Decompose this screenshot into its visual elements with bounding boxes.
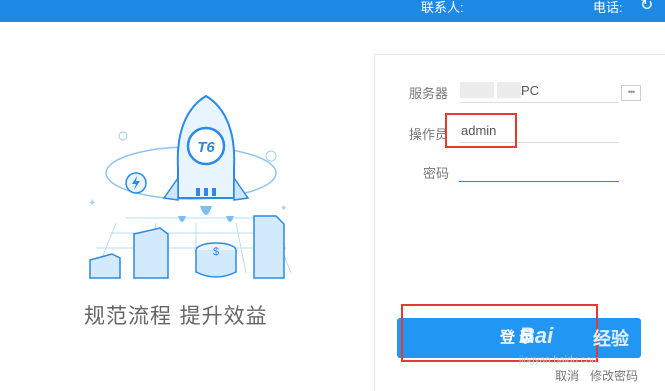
rocket-badge-text: T6 [197, 139, 215, 156]
phone-label: 电话: [593, 0, 623, 15]
contact-label: 联系人: [421, 0, 464, 15]
server-label: 服务器 [409, 87, 449, 102]
svg-text:✦: ✦ [280, 203, 288, 213]
login-highlight-box [401, 304, 598, 362]
password-input-underline[interactable] [459, 181, 619, 182]
server-input-underline[interactable] [459, 102, 619, 103]
operator-label: 操作员 [409, 128, 449, 143]
refresh-icon[interactable]: ↻ [640, 0, 653, 17]
change-password-link[interactable]: 修改密码 [590, 367, 638, 384]
server-browse-button[interactable]: ••• [621, 85, 641, 101]
coin-symbol: $ [213, 246, 219, 258]
svg-text:✦: ✦ [88, 198, 96, 209]
password-label: 密码 [423, 167, 450, 182]
server-redaction-2 [497, 82, 521, 98]
top-bar: 联系人: 电话: ↻ [0, 0, 665, 22]
rocket-illustration: ✦ ✦ T6 $ [76, 88, 306, 288]
slogan: 规范流程 提升效益 [84, 304, 268, 328]
server-value[interactable]: PC [521, 83, 539, 98]
server-redaction [460, 82, 494, 98]
cancel-link[interactable]: 取消 [555, 367, 579, 384]
operator-highlight-box [445, 113, 517, 148]
